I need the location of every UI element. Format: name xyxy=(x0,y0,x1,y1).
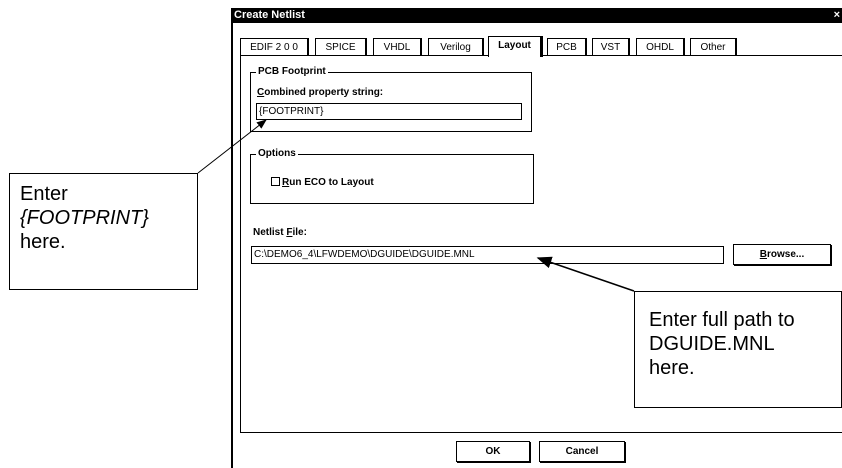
netlist-file-label-rest: ile: xyxy=(292,227,307,238)
combined-property-label: Combined property string: xyxy=(257,87,383,99)
netlist-path-callout-line2: DGUIDE.MNL xyxy=(649,333,775,355)
browse-mnemonic: B xyxy=(759,249,767,260)
run-eco-checkbox[interactable]: Run ECO to Layout xyxy=(271,177,374,189)
run-eco-label: un ECO to Layout xyxy=(289,177,374,188)
footprint-callout-line2: {FOOTPRINT} xyxy=(20,207,149,229)
tab-vst[interactable]: VST xyxy=(592,38,629,55)
ok-button[interactable]: OK xyxy=(456,441,530,462)
browse-label: rowse... xyxy=(766,249,805,260)
netlist-path-callout-line1: Enter full path to xyxy=(649,309,795,331)
browse-button[interactable]: Browse... xyxy=(733,244,831,265)
tab-verilog[interactable]: Verilog xyxy=(428,38,483,55)
netlist-file-label-text: Netlist xyxy=(253,227,287,238)
tab-layout[interactable]: Layout xyxy=(488,36,542,57)
tab-vhdl[interactable]: VHDL xyxy=(373,38,421,55)
tab-pcb[interactable]: PCB xyxy=(547,38,586,55)
close-icon[interactable]: × xyxy=(834,8,840,23)
netlist-file-input[interactable]: C:\DEMO6_4\LFWDEMO\DGUIDE\DGUIDE.MNL xyxy=(251,246,724,264)
options-legend: Options xyxy=(256,148,298,160)
netlist-path-callout: Enter full path to DGUIDE.MNL here. xyxy=(634,291,842,408)
tab-ohdl[interactable]: OHDL xyxy=(636,38,684,55)
netlist-file-label: Netlist File: xyxy=(253,227,307,239)
pcb-footprint-legend: PCB Footprint xyxy=(256,66,328,78)
combined-property-label-text: ombined property string: xyxy=(264,87,384,98)
tab-edif[interactable]: EDIF 2 0 0 xyxy=(240,38,308,55)
tab-other[interactable]: Other xyxy=(690,38,736,55)
combined-property-input[interactable]: {FOOTPRINT} xyxy=(256,103,522,120)
footprint-callout-line3: here. xyxy=(20,231,66,253)
tab-spice[interactable]: SPICE xyxy=(315,38,366,55)
pcb-footprint-group xyxy=(250,72,532,132)
dialog-title: Create Netlist xyxy=(234,9,305,21)
netlist-path-callout-line3: here. xyxy=(649,357,695,379)
footprint-callout-line1: Enter xyxy=(20,183,68,205)
dialog-titlebar: Create Netlist × xyxy=(231,8,842,23)
footprint-callout: Enter {FOOTPRINT} here. xyxy=(9,173,198,290)
cancel-button[interactable]: Cancel xyxy=(539,441,625,462)
checkbox-icon[interactable] xyxy=(271,177,280,186)
